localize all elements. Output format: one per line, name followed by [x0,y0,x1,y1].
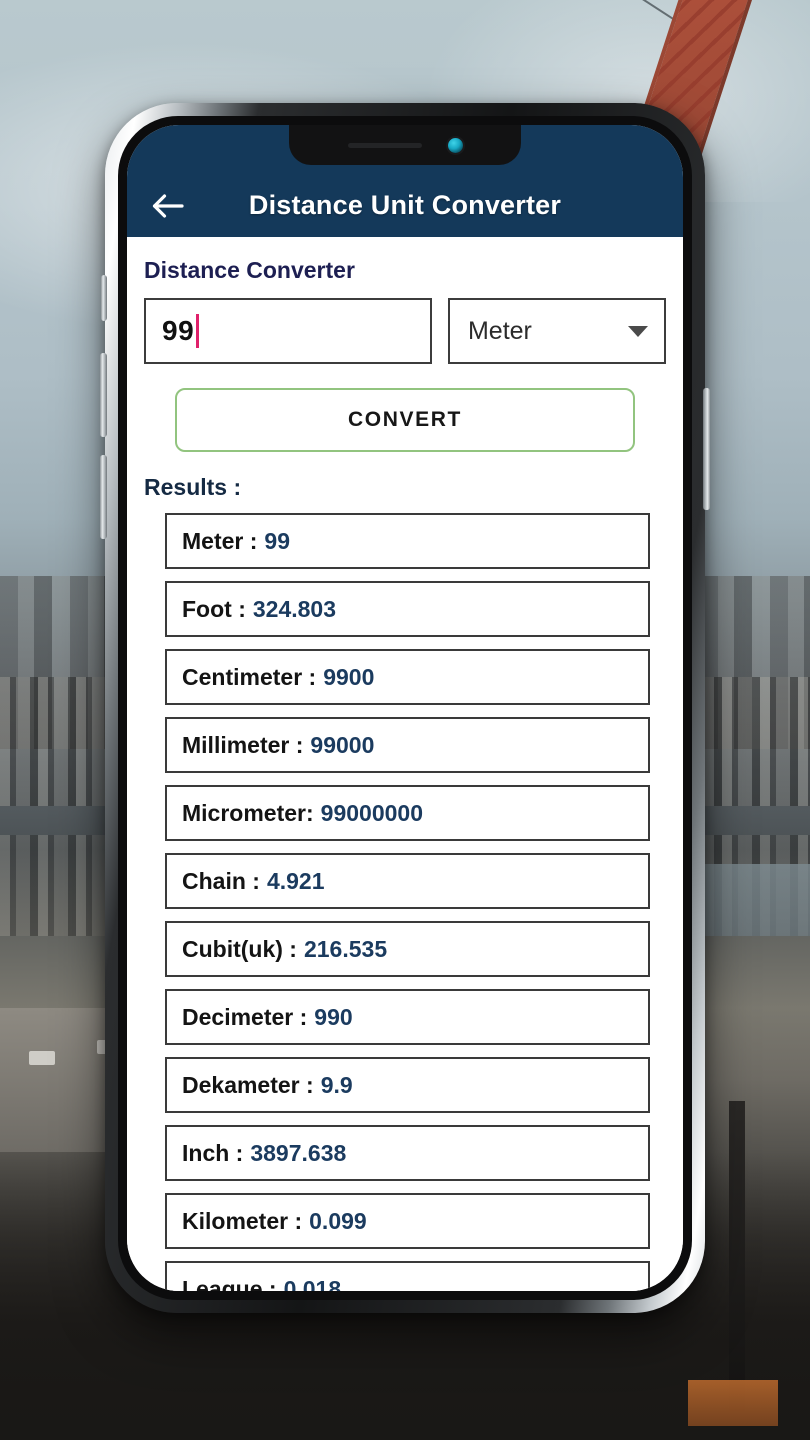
result-value: 9900 [323,663,375,690]
result-value: 4.921 [266,867,325,894]
result-label: Meter : [182,527,258,554]
excavator [687,1379,778,1426]
earpiece-speaker-icon [347,142,422,148]
result-value: 99 [264,527,290,554]
section-title: Distance Converter [144,257,355,283]
result-label: Chain : [182,867,260,894]
phone-bezel: Distance Unit Converter Distance Convert… [118,116,692,1300]
result-label: Dekameter : [182,1071,314,1098]
roof-vent [29,1051,56,1066]
phone-device: Distance Unit Converter Distance Convert… [100,103,710,1313]
result-value: 990 [314,1003,353,1030]
text-cursor [196,314,200,348]
result-value: 99000000 [320,799,423,826]
convert-button[interactable]: CONVERT [175,388,635,452]
front-camera-icon [447,137,463,153]
unit-dropdown[interactable]: Meter [447,298,666,364]
result-row: League : 0.018 [165,1261,650,1291]
result-value: 0.099 [309,1207,367,1234]
result-row: Inch : 3897.638 [165,1125,650,1181]
results-heading: Results : [144,474,242,500]
unit-dropdown-value: Meter [467,316,532,345]
result-value: 3897.638 [250,1139,347,1166]
result-row: Centimeter : 9900 [165,649,650,705]
result-label: Millimeter : [182,731,304,758]
result-label: Decimeter : [182,1003,308,1030]
result-label: Micrometer: [182,799,314,826]
result-label: League : [182,1275,277,1292]
result-label: Inch : [182,1139,244,1166]
result-row: Kilometer : 0.099 [165,1193,650,1249]
volume-down-button[interactable] [100,455,107,539]
phone-screen: Distance Unit Converter Distance Convert… [127,125,683,1291]
volume-up-button[interactable] [100,353,107,437]
result-label: Foot : [182,595,246,622]
result-row: Cubit(uk) : 216.535 [165,921,650,977]
result-row: Millimeter : 99000 [165,717,650,773]
value-input-text: 99 [162,315,195,346]
chevron-down-icon [628,325,648,337]
result-label: Kilometer : [182,1207,303,1234]
app-content: Distance Converter 99 Meter CONVERT Resu… [127,237,683,1291]
result-row: Decimeter : 990 [165,989,650,1045]
result-value: 324.803 [252,595,336,622]
power-button[interactable] [703,388,710,510]
results-list: Meter : 99 Foot : 324.803 Centimeter : 9… [144,513,666,1291]
pile-driver-rig [729,1101,746,1412]
result-label: Cubit(uk) : [182,935,297,962]
result-row: Chain : 4.921 [165,853,650,909]
result-label: Centimeter : [182,663,317,690]
device-notch [289,125,521,165]
result-row: Foot : 324.803 [165,581,650,637]
result-value: 0.018 [283,1275,342,1292]
arrow-left-icon [152,193,184,218]
result-row: Meter : 99 [165,513,650,569]
converter-input-row: 99 Meter [144,298,666,364]
result-value: 216.535 [303,935,388,962]
result-row: Micrometer: 99000000 [165,785,650,841]
silence-switch[interactable] [101,275,107,321]
result-value: 99000 [310,731,375,758]
result-value: 9.9 [320,1071,353,1098]
result-row: Dekameter : 9.9 [165,1057,650,1113]
page-title: Distance Unit Converter [248,190,562,220]
value-input[interactable]: 99 [144,298,432,364]
back-button[interactable] [149,191,187,221]
